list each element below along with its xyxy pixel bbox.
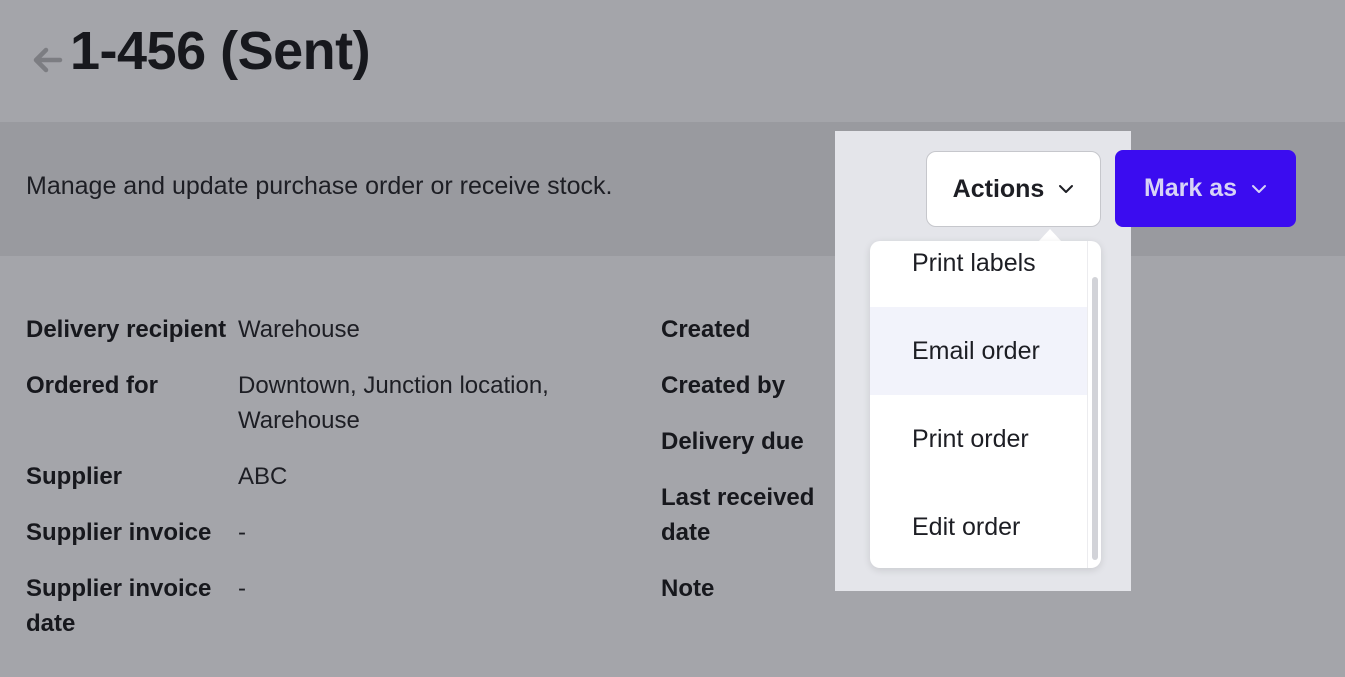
value-supplier: ABC xyxy=(238,463,288,490)
menu-item-email-order[interactable]: Email order xyxy=(870,307,1087,395)
actions-menu-list: Print labels Email order Print order Edi… xyxy=(870,241,1087,568)
dropdown-scrollbar-thumb[interactable] xyxy=(1092,277,1098,560)
page-description: Manage and update purchase order or rece… xyxy=(26,172,613,200)
chevron-down-icon xyxy=(1059,185,1074,193)
label-supplier: Supplier xyxy=(26,463,123,490)
menu-item-edit-order[interactable]: Edit order xyxy=(870,483,1087,568)
value-ordered-for: Downtown, Junction location, xyxy=(238,372,549,399)
chevron-down-icon xyxy=(1252,184,1267,193)
arrow-left-icon[interactable] xyxy=(28,40,68,80)
label-supplier-invoice-date-line2: date xyxy=(26,610,76,637)
label-last-received-date-line2: date xyxy=(661,519,711,546)
value-ordered-for-line2: Warehouse xyxy=(238,407,360,434)
label-created: Created xyxy=(661,316,751,343)
menu-item-print-order[interactable]: Print order xyxy=(870,395,1087,483)
label-supplier-invoice-date: Supplier invoice xyxy=(26,575,212,602)
menu-item-print-labels[interactable]: Print labels xyxy=(870,241,1087,307)
mark-as-button[interactable]: Mark as xyxy=(1115,150,1296,227)
mark-as-button-label: Mark as xyxy=(1143,174,1238,202)
label-supplier-invoice: Supplier invoice xyxy=(26,519,212,546)
label-note: Note xyxy=(661,575,715,602)
value-supplier-invoice-date: - xyxy=(238,575,246,602)
value-supplier-invoice: - xyxy=(238,519,246,546)
actions-dropdown-menu: Print labels Email order Print order Edi… xyxy=(870,241,1101,568)
label-ordered-for: Ordered for xyxy=(26,372,159,399)
value-delivery-recipient: Warehouse xyxy=(238,316,360,343)
label-last-received-date: Last received xyxy=(661,484,815,511)
actions-button-label: Actions xyxy=(952,174,1045,203)
actions-button[interactable]: Actions xyxy=(926,151,1101,227)
page-header: 1-456 (Sent) xyxy=(0,0,1345,122)
label-created-by: Created by xyxy=(661,372,786,399)
label-delivery-recipient: Delivery recipient xyxy=(26,316,227,343)
page-title: 1-456 (Sent) xyxy=(70,21,371,81)
label-delivery-due: Delivery due xyxy=(661,428,804,455)
